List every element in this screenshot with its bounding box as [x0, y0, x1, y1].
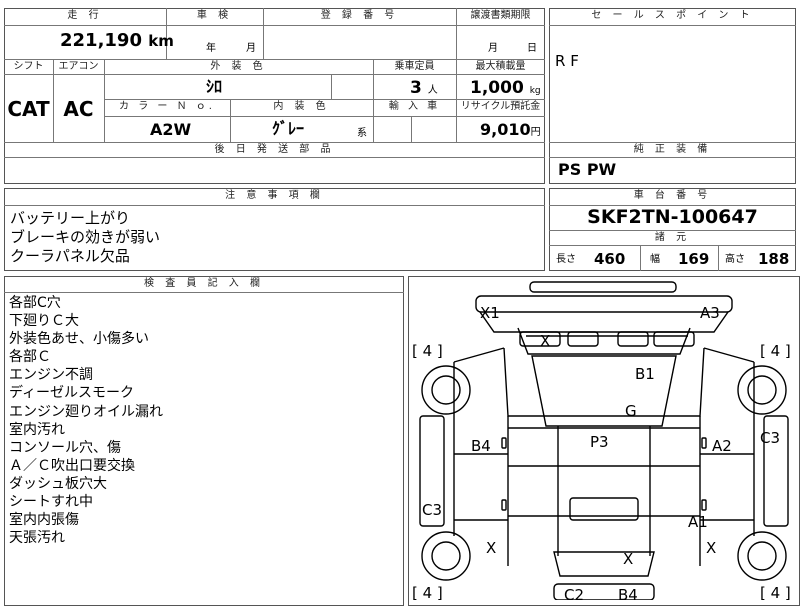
- tyre-rear-left: [ 4 ]: [412, 584, 443, 600]
- chassis-header: 車 台 番 号: [633, 190, 712, 201]
- registration-header: 登 録 番 号: [320, 10, 399, 21]
- note-line: クーラパネル欠品: [10, 247, 130, 265]
- inspector-note: ダッシュ板穴大: [9, 475, 107, 492]
- inspector-note: ディーゼルスモーク: [9, 385, 135, 402]
- inspector-note: 各部Ｃ: [9, 349, 51, 366]
- spec-header: 諸 元: [654, 232, 691, 243]
- inspector-note: シートすれ中: [9, 494, 93, 511]
- damage-a3: A3: [700, 304, 720, 322]
- car-diagram: X1 A3 X B1 G P3 B4 A2 C3 C3 A1 X X X [ 4…: [412, 281, 791, 600]
- damage-x-left: X: [486, 539, 496, 557]
- transfer-header: 譲渡書類期限: [470, 10, 531, 21]
- equipment-header: 純 正 装 備: [633, 144, 712, 155]
- inspector-note: 外装色あせ、小傷多い: [9, 331, 149, 348]
- equipment-value: PS PW: [558, 160, 617, 179]
- damage-a1: A1: [688, 513, 708, 531]
- recycle-header: リサイクル預託金: [460, 101, 541, 112]
- parts-header: 後 日 発 送 部 品: [214, 144, 335, 155]
- transfer-day: 日: [527, 43, 537, 54]
- interior-suffix: 系: [357, 128, 367, 139]
- damage-b4-bottom: B4: [618, 586, 638, 600]
- damage-x-center: X: [623, 550, 633, 568]
- width-label: 幅: [650, 254, 660, 265]
- damage-c3-left: C3: [422, 501, 442, 519]
- exterior-color-value: ｼﾛ: [206, 77, 223, 96]
- damage-c3-right: C3: [760, 429, 780, 447]
- sales-point-value: R F: [555, 52, 579, 70]
- width-value: 169: [678, 250, 710, 268]
- inspector-note: 室内汚れ: [9, 421, 65, 438]
- inspector-note: コンソール穴、傷: [9, 439, 121, 456]
- shift-value: CAT: [7, 97, 50, 121]
- year-label: 年: [206, 43, 216, 54]
- mileage-value: 221,190 km: [60, 30, 174, 51]
- color-no-value: A2W: [150, 120, 192, 139]
- note-line: バッテリー上がり: [10, 209, 131, 227]
- transfer-month: 月: [488, 43, 498, 54]
- load-header: 最大積載量: [475, 61, 526, 72]
- damage-x-right: X: [706, 539, 716, 557]
- inspector-note: 室内内張傷: [9, 512, 79, 529]
- inspector-note: エンジン廻りオイル漏れ: [9, 403, 163, 420]
- import-header: 輸 入 車: [388, 101, 441, 112]
- color-no-header: カ ラ ー Ｎ ｏ.: [119, 101, 215, 112]
- note-line: ブレーキの効きが弱い: [10, 228, 161, 246]
- damage-c2: C2: [564, 586, 584, 600]
- notes-header: 注 意 事 項 欄: [225, 190, 324, 201]
- inspector-note: 各部C穴: [9, 295, 61, 311]
- height-label: 高さ: [725, 254, 745, 265]
- damage-b1: B1: [635, 365, 655, 383]
- tyre-rear-right: [ 4 ]: [760, 584, 791, 600]
- tyre-front-right: [ 4 ]: [760, 342, 791, 360]
- inspector-note: エンジン不調: [9, 367, 93, 384]
- damage-b4: B4: [471, 437, 491, 455]
- damage-a2: A2: [712, 437, 732, 455]
- mileage-header: 走 行: [67, 10, 103, 21]
- damage-p3: P3: [590, 433, 609, 451]
- exterior-header: 外 装 色: [210, 61, 267, 72]
- damage-x1: X1: [480, 304, 500, 322]
- sales-header: セ ー ル ス ポ イ ン ト: [591, 10, 754, 21]
- damage-g: G: [625, 402, 637, 420]
- ac-value: AC: [63, 97, 94, 121]
- month-label: 月: [246, 43, 256, 54]
- shift-header: シフト: [13, 61, 44, 72]
- capacity-value: 3 人: [410, 78, 438, 98]
- chassis-number: SKF2TN-100647: [587, 206, 758, 228]
- inspection-header: 車 検: [196, 10, 233, 21]
- inspector-note: Ａ／Ｃ吹出口要交換: [9, 457, 135, 474]
- capacity-header: 乗車定員: [394, 61, 435, 72]
- damage-x-top: X: [540, 332, 550, 350]
- inspector-notes-list: 各部C穴 下廻りＣ大 外装色あせ、小傷多い 各部Ｃ エンジン不調 ディーゼルスモ…: [9, 294, 163, 547]
- interior-header: 内 装 色: [273, 101, 330, 112]
- tyre-front-left: [ 4 ]: [412, 342, 443, 360]
- inspector-header: 検 査 員 記 入 欄: [144, 278, 264, 289]
- length-value: 460: [594, 250, 626, 268]
- ac-header: エアコン: [58, 61, 99, 72]
- length-label: 長さ: [556, 254, 576, 265]
- inspector-note: 天張汚れ: [9, 530, 65, 547]
- recycle-value: 9,010円: [480, 120, 541, 139]
- load-value: 1,000 kg: [470, 78, 541, 98]
- height-value: 188: [758, 250, 790, 268]
- inspector-note: 下廻りＣ大: [9, 313, 79, 330]
- interior-color-value: ｸﾞﾚｰ: [272, 119, 305, 138]
